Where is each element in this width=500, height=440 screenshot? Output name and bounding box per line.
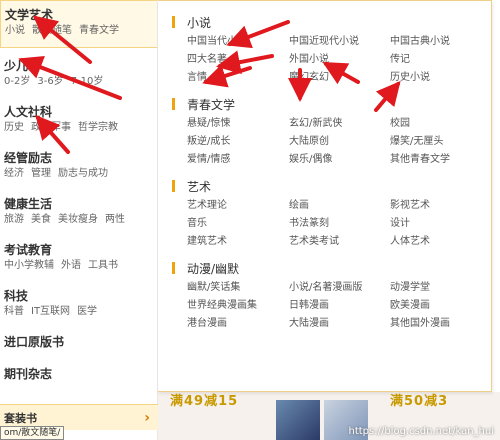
sub-link[interactable]: 0-2岁: [4, 76, 30, 87]
subcategory-link[interactable]: 中国近现代小说: [289, 33, 390, 51]
subcategory-link[interactable]: 悬疑/惊悚: [187, 115, 289, 133]
subcategory-link[interactable]: 小说/名著漫画版: [289, 279, 390, 297]
category-title[interactable]: 经管励志: [4, 150, 153, 166]
category-title[interactable]: 文学艺术: [5, 7, 153, 23]
group-youth-literature: 青春文学 悬疑/惊悚 玄幻/新武侠 校园 叛逆/成长 大陆原创 爆笑/无厘头 爱…: [172, 95, 491, 169]
sub-link[interactable]: 科普: [4, 306, 24, 317]
sub-link[interactable]: 散文随笔: [32, 25, 72, 36]
group-comics-humor: 动漫/幽默 幽默/笑话集 小说/名著漫画版 动漫学堂 世界经典漫画集 日韩漫画 …: [172, 259, 491, 333]
accent-bar: [172, 98, 175, 110]
sub-link[interactable]: 经济: [4, 168, 24, 179]
group-art: 艺术 艺术理论 绘画 影视艺术 音乐 书法篆刻 设计 建筑艺术 艺术类考试 人体…: [172, 177, 491, 251]
category-technology[interactable]: 科技 科普 IT互联网 医学: [0, 278, 157, 324]
subcategory-link[interactable]: 书法篆刻: [289, 215, 390, 233]
category-sidebar: 文学艺术 小说 散文随笔 青春文学 少儿 0-2岁 3-6岁 7-10岁 人文社科 历史…: [0, 0, 158, 440]
sub-link[interactable]: 美妆瘦身: [58, 214, 98, 225]
sub-link[interactable]: 小说: [5, 25, 25, 36]
sub-link[interactable]: 美食: [31, 214, 51, 225]
category-title[interactable]: 人文社科: [4, 104, 153, 120]
subcategory-link[interactable]: 影视艺术: [390, 197, 490, 215]
subcategory-link[interactable]: 中国当代小说: [187, 33, 289, 51]
subcategory-link[interactable]: 爱情/情感: [187, 151, 289, 169]
subcategory-link[interactable]: 大陆原创: [289, 133, 390, 151]
category-health-life[interactable]: 健康生活 旅游 美食 美妆瘦身 两性: [0, 186, 157, 232]
group-title[interactable]: 青春文学: [187, 96, 235, 113]
subcategory-link[interactable]: 叛逆/成长: [187, 133, 289, 151]
sub-link[interactable]: 3-6岁: [37, 76, 63, 87]
subcategory-link[interactable]: 欧美漫画: [390, 297, 490, 315]
sub-link[interactable]: 励志与成功: [58, 168, 108, 179]
group-title[interactable]: 艺术: [187, 178, 211, 195]
category-magazines[interactable]: 期刊杂志: [0, 356, 157, 388]
book-cover-image[interactable]: [276, 400, 320, 440]
category-literature-art[interactable]: 文学艺术 小说 散文随笔 青春文学: [0, 0, 157, 48]
subcategory-link[interactable]: 魔幻玄幻: [289, 69, 390, 87]
subcategory-link[interactable]: 人体艺术: [390, 233, 490, 251]
category-children[interactable]: 少儿 0-2岁 3-6岁 7-10岁: [0, 48, 157, 94]
sub-link[interactable]: 工具书: [88, 260, 118, 271]
category-title[interactable]: 进口原版书: [4, 334, 153, 350]
subcategory-link[interactable]: 外国小说: [289, 51, 390, 69]
subcategory-link[interactable]: 港台漫画: [187, 315, 289, 333]
subcategory-link[interactable]: 绘画: [289, 197, 390, 215]
group-title[interactable]: 动漫/幽默: [187, 260, 239, 277]
subcategory-link[interactable]: 爆笑/无厘头: [390, 133, 490, 151]
category-exam-education[interactable]: 考试教育 中小学教辅 外语 工具书: [0, 232, 157, 278]
group-novels: 小说 中国当代小说 中国近现代小说 中国古典小说 四大名著 外国小说 传记 言情…: [172, 13, 491, 87]
subcategory-link[interactable]: 中国古典小说: [390, 33, 490, 51]
promo-text-right: 满50减3: [390, 394, 449, 409]
category-title[interactable]: 少儿: [4, 58, 153, 74]
subcategory-link[interactable]: 幽默/笑话集: [187, 279, 289, 297]
subcategory-link[interactable]: 玄幻/新武侠: [289, 115, 390, 133]
subcategory-link[interactable]: 大陆漫画: [289, 315, 390, 333]
category-business[interactable]: 经管励志 经济 管理 励志与成功: [0, 140, 157, 186]
sub-link[interactable]: 政治军事: [31, 122, 71, 133]
sub-link[interactable]: 历史: [4, 122, 24, 133]
sub-link[interactable]: 医学: [77, 306, 97, 317]
url-tooltip: om/散文随笔/: [0, 426, 65, 440]
subcategory-link[interactable]: 艺术理论: [187, 197, 289, 215]
sub-link[interactable]: 外语: [61, 260, 81, 271]
sub-link[interactable]: 哲学宗教: [78, 122, 118, 133]
box-set-label: 套装书: [4, 411, 37, 425]
group-title[interactable]: 小说: [187, 14, 211, 31]
page: 文学艺术 小说 散文随笔 青春文学 少儿 0-2岁 3-6岁 7-10岁 人文社科 历史…: [0, 0, 500, 440]
subcategory-flyout: 小说 中国当代小说 中国近现代小说 中国古典小说 四大名著 外国小说 传记 言情…: [158, 0, 492, 392]
category-title[interactable]: 期刊杂志: [4, 366, 153, 382]
category-imported-books[interactable]: 进口原版书: [0, 324, 157, 356]
accent-bar: [172, 262, 175, 274]
subcategory-link[interactable]: 日韩漫画: [289, 297, 390, 315]
subcategory-link[interactable]: 世界经典漫画集: [187, 297, 289, 315]
sub-link[interactable]: 旅游: [4, 214, 24, 225]
sub-link[interactable]: IT互联网: [31, 306, 70, 317]
category-title[interactable]: 健康生活: [4, 196, 153, 212]
category-title[interactable]: 考试教育: [4, 242, 153, 258]
subcategory-link[interactable]: 传记: [390, 51, 490, 69]
subcategory-link[interactable]: 设计: [390, 215, 490, 233]
subcategory-link[interactable]: 言情: [187, 69, 289, 87]
subcategory-link[interactable]: 校园: [390, 115, 490, 133]
chevron-right-icon: ›: [144, 409, 150, 426]
promo-text-left: 满49减15: [170, 394, 239, 409]
watermark: https://blog.csdn.net/kan_hui: [348, 426, 494, 437]
subcategory-link[interactable]: 音乐: [187, 215, 289, 233]
sub-link[interactable]: 管理: [31, 168, 51, 179]
subcategory-link[interactable]: 其他青春文学: [390, 151, 490, 169]
subcategory-link[interactable]: 其他国外漫画: [390, 315, 490, 333]
subcategory-link[interactable]: 艺术类考试: [289, 233, 390, 251]
category-humanities[interactable]: 人文社科 历史 政治军事 哲学宗教: [0, 94, 157, 140]
sub-link[interactable]: 中小学教辅: [4, 260, 54, 271]
subcategory-link[interactable]: 娱乐/偶像: [289, 151, 390, 169]
accent-bar: [172, 16, 175, 28]
promo-banner[interactable]: 满49减15 满50减3 https://blog.csdn.net/kan_h…: [158, 392, 500, 440]
sub-link[interactable]: 青春文学: [79, 25, 119, 36]
category-title[interactable]: 科技: [4, 288, 153, 304]
subcategory-link[interactable]: 建筑艺术: [187, 233, 289, 251]
subcategory-link[interactable]: 四大名著: [187, 51, 289, 69]
subcategory-link[interactable]: 历史小说: [390, 69, 490, 87]
accent-bar: [172, 180, 175, 192]
sub-link[interactable]: 7-10岁: [71, 76, 104, 87]
subcategory-link[interactable]: 动漫学堂: [390, 279, 490, 297]
sub-link[interactable]: 两性: [105, 214, 125, 225]
